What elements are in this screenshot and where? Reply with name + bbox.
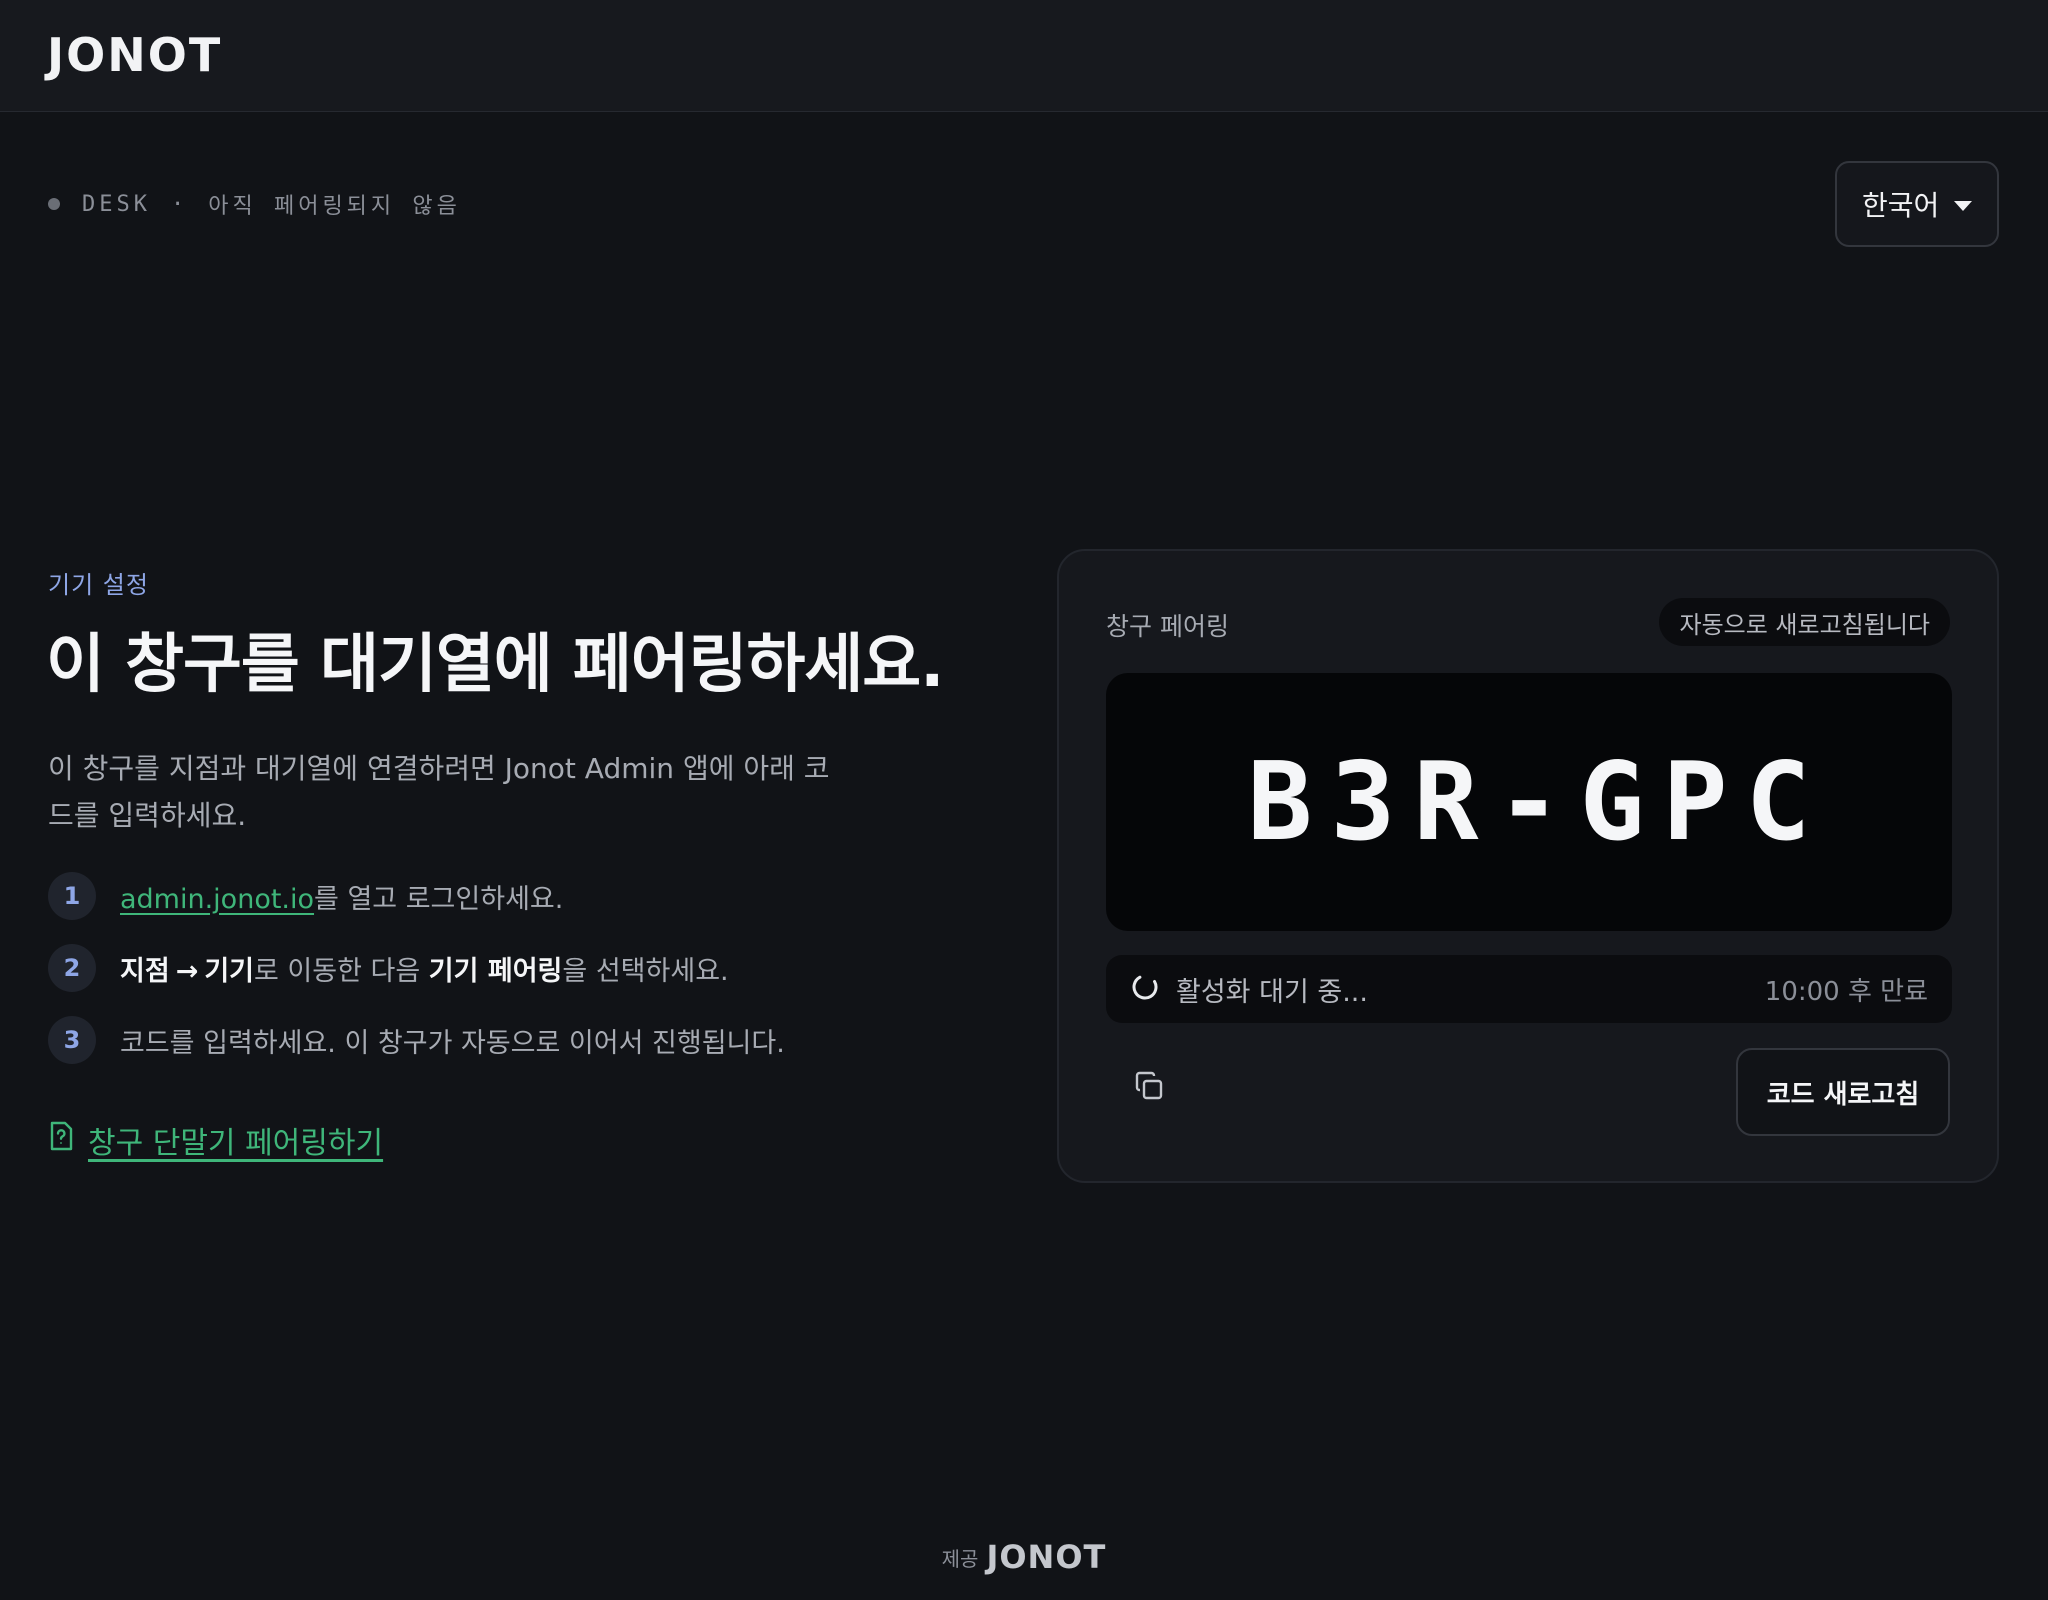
steps-list: 1 admin.jonot.io를 열고 로그인하세요. 2 지점 → 기기로 이동…: [48, 872, 785, 1088]
app-header: JONOT: [0, 0, 2048, 112]
step-bold-devices: 기기: [204, 955, 254, 987]
step-text-mid: 로 이동한 다음: [254, 955, 429, 987]
pairing-card: 창구 페어링 자동으로 새로고침됩니다 B3R-GPC 활성화 대기 중... …: [1057, 549, 1999, 1183]
step-text: admin.jonot.io를 열고 로그인하세요.: [120, 877, 563, 916]
footer-logo: JONOT: [986, 1538, 1107, 1576]
step-bold-pair-device: 기기 페어링: [428, 955, 563, 987]
step-text-end: 을 선택하세요.: [562, 955, 729, 987]
step-item: 3 코드를 입력하세요. 이 창구가 자동으로 이어서 진행됩니다.: [48, 1016, 785, 1064]
device-status: DESK · 아직 페어링되지 않음: [48, 188, 461, 220]
arrow-right-icon: →: [175, 955, 199, 987]
expiry-text: 10:00 후 만료: [1764, 976, 1928, 1007]
language-select[interactable]: 한국어: [1835, 161, 1999, 247]
activation-status-bar: 활성화 대기 중... 10:00 후 만료: [1106, 955, 1952, 1023]
caret-down-icon: [1954, 201, 1972, 211]
step-item: 2 지점 → 기기로 이동한 다음 기기 페어링을 선택하세요.: [48, 944, 785, 992]
help-link-label: 창구 단말기 페어링하기: [88, 1126, 384, 1161]
spinner-icon: [1130, 972, 1160, 1006]
help-link[interactable]: 창구 단말기 페어링하기: [48, 1118, 383, 1162]
jonot-logo[interactable]: JONOT: [47, 30, 222, 80]
page-description: 이 창구를 지점과 대기열에 연결하려면 Jonot Admin 앱에 아래 코…: [48, 752, 830, 832]
step-item: 1 admin.jonot.io를 열고 로그인하세요.: [48, 872, 785, 920]
help-document-icon: [48, 1121, 74, 1159]
device-label: DESK: [82, 191, 151, 217]
step-text-rest: 를 열고 로그인하세요.: [314, 883, 564, 915]
step-number: 3: [48, 1016, 96, 1064]
admin-link[interactable]: admin.jonot.io: [120, 884, 314, 915]
copy-code-button[interactable]: [1124, 1063, 1174, 1113]
page-title: 이 창구를 대기열에 페어링하세요.: [46, 628, 944, 702]
status-dot-icon: [48, 198, 60, 210]
pairing-state: 아직 페어링되지 않음: [208, 194, 461, 219]
refresh-code-button[interactable]: 코드 새로고침: [1736, 1048, 1950, 1136]
pairing-code-box: B3R-GPC: [1106, 673, 1952, 931]
step-text: 코드를 입력하세요. 이 창구가 자동으로 이어서 진행됩니다.: [120, 1027, 785, 1059]
waiting-text: 활성화 대기 중...: [1176, 976, 1368, 1008]
step-text: 지점 → 기기로 이동한 다음 기기 페어링을 선택하세요.: [120, 949, 729, 988]
step-number: 1: [48, 872, 96, 920]
language-selected-value: 한국어: [1862, 189, 1940, 222]
step-number: 2: [48, 944, 96, 992]
footer-prefix: 제공: [941, 1546, 979, 1571]
step-bold-branch: 지점: [120, 955, 170, 987]
section-eyebrow: 기기 설정: [48, 571, 149, 599]
card-title: 창구 페어링: [1106, 612, 1229, 641]
status-separator: ·: [170, 191, 189, 217]
auto-refresh-badge: 자동으로 새로고침됩니다: [1659, 598, 1950, 646]
copy-icon: [1133, 1070, 1165, 1106]
footer: 제공 JONOT: [0, 1538, 2048, 1576]
pairing-code: B3R-GPC: [1247, 739, 1829, 865]
